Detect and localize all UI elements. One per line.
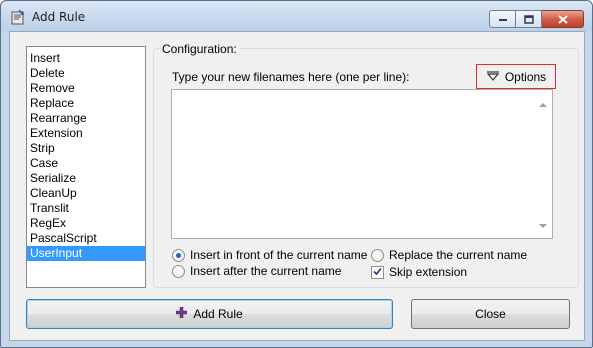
scroll-down-icon[interactable]	[539, 218, 547, 232]
add-rule-label: Add Rule	[193, 307, 243, 321]
skip-extension-label: Skip extension	[389, 265, 468, 279]
maximize-button[interactable]	[516, 10, 542, 28]
add-rule-button[interactable]: Add Rule	[26, 299, 393, 329]
close-window-button[interactable]	[542, 10, 584, 28]
options-label: Options	[504, 69, 547, 84]
app-rule-icon	[10, 9, 26, 25]
mode-insert-front-option[interactable]: Insert in front of the current name	[172, 248, 367, 262]
new-filenames-textarea[interactable]	[171, 89, 553, 239]
rule-item-serialize[interactable]: Serialize	[27, 171, 145, 186]
rule-item-insert[interactable]: Insert	[27, 51, 145, 66]
rule-item-strip[interactable]: Strip	[27, 141, 145, 156]
mode-insert-after-option[interactable]: Insert after the current name	[172, 264, 341, 278]
dialog-body: Insert Delete Remove Replace Rearrange E…	[9, 31, 585, 341]
rule-item-remove[interactable]: Remove	[27, 81, 145, 96]
triangle-down-icon	[486, 70, 500, 84]
plus-icon	[176, 306, 188, 321]
rule-type-list[interactable]: Insert Delete Remove Replace Rearrange E…	[26, 46, 146, 288]
window-title: Add Rule	[32, 10, 86, 24]
skip-extension-checkbox[interactable]	[371, 265, 384, 279]
title-bar[interactable]: Add Rule	[1, 1, 592, 31]
rule-item-rearrange[interactable]: Rearrange	[27, 111, 145, 126]
rule-item-userinput[interactable]: UserInput	[27, 246, 145, 261]
close-label: Close	[475, 307, 506, 321]
rule-item-replace[interactable]: Replace	[27, 96, 145, 111]
configuration-legend: Configuration:	[160, 42, 239, 56]
add-rule-window: Add Rule Insert Delete Remove Replace Re…	[0, 0, 593, 348]
rule-item-translit[interactable]: Translit	[27, 201, 145, 216]
options-button[interactable]: Options	[476, 64, 556, 89]
skip-extension-option[interactable]: Skip extension	[371, 265, 467, 279]
mode-insert-after-label: Insert after the current name	[190, 264, 342, 278]
mode-insert-front-label: Insert in front of the current name	[190, 248, 368, 262]
maximize-icon	[523, 14, 534, 24]
close-button[interactable]: Close	[411, 299, 570, 329]
rule-item-delete[interactable]: Delete	[27, 66, 145, 81]
mode-insert-front-radio[interactable]	[172, 248, 185, 262]
checkmark-icon	[373, 265, 382, 279]
mode-replace-radio[interactable]	[371, 248, 384, 262]
filenames-prompt-label: Type your new filenames here (one per li…	[172, 70, 410, 84]
rule-item-case[interactable]: Case	[27, 156, 145, 171]
minimize-button[interactable]	[489, 10, 516, 28]
rule-item-regex[interactable]: RegEx	[27, 216, 145, 231]
rule-item-extension[interactable]: Extension	[27, 126, 145, 141]
textarea-scrollbar[interactable]	[535, 90, 552, 238]
close-icon	[557, 14, 568, 24]
rule-item-pascalscript[interactable]: PascalScript	[27, 231, 145, 246]
mode-insert-after-radio[interactable]	[172, 264, 185, 278]
scroll-up-icon[interactable]	[539, 96, 547, 110]
minimize-icon	[498, 16, 508, 22]
mode-replace-label: Replace the current name	[389, 248, 528, 262]
mode-replace-option[interactable]: Replace the current name	[371, 248, 527, 262]
rule-item-cleanup[interactable]: CleanUp	[27, 186, 145, 201]
